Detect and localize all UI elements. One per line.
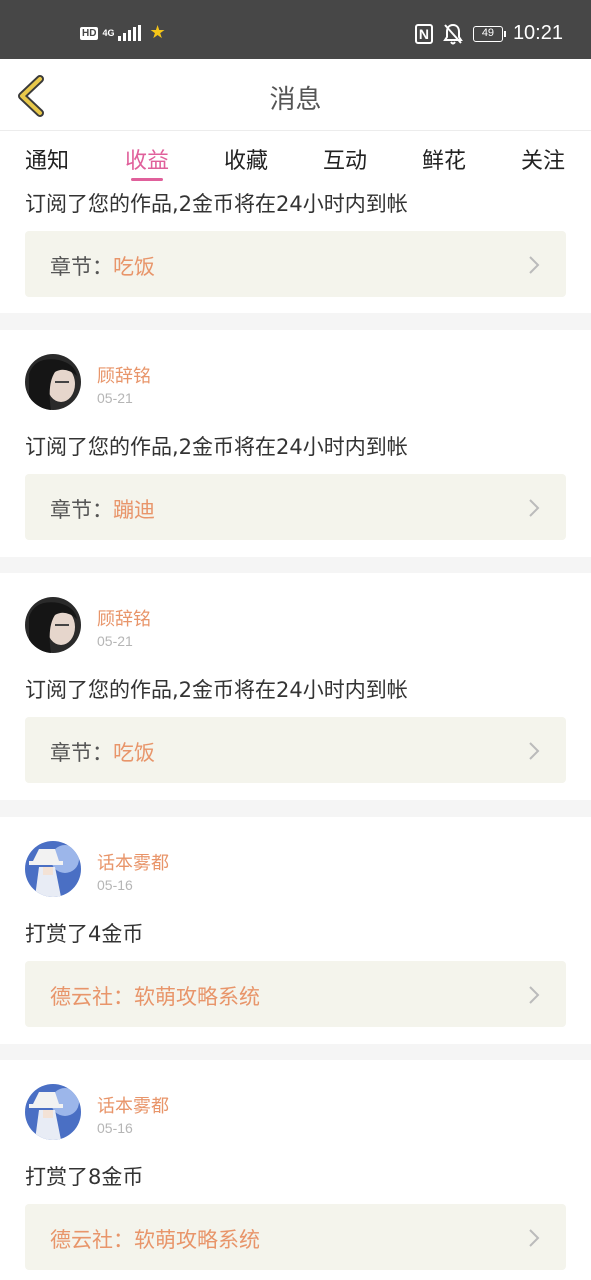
book-link[interactable]: 德云社：软萌攻略系统 <box>25 1204 566 1270</box>
date: 05-21 <box>97 633 133 649</box>
chevron-right-icon <box>529 1229 540 1247</box>
white-hat-avatar-icon <box>25 841 81 897</box>
message-text: 订阅了您的作品,2金币将在24小时内到帐 <box>25 435 408 459</box>
username[interactable]: 话本雾都 <box>97 849 169 875</box>
active-tab-indicator <box>131 178 163 181</box>
dark-hair-avatar-icon <box>25 597 81 653</box>
chevron-right-icon <box>529 499 540 517</box>
tab-flowers[interactable]: 鲜花 <box>414 143 474 175</box>
list-item: 订阅了您的作品,2金币将在24小时内到帐 章节：吃饭 <box>0 183 591 313</box>
avatar[interactable] <box>25 354 81 410</box>
nfc-icon: N <box>414 23 433 44</box>
message-text: 打赏了4金币 <box>25 922 144 946</box>
chapter-label: 章节： <box>50 498 113 522</box>
signal-icon <box>118 25 142 41</box>
tab-bar: 通知 收益 收藏 互动 鲜花 关注 <box>0 131 591 183</box>
date: 05-16 <box>97 877 133 893</box>
chapter-label: 章节： <box>50 255 113 279</box>
chapter-name: 蹦迪 <box>113 498 155 522</box>
date: 05-21 <box>97 390 133 406</box>
bell-muted-icon <box>443 23 463 44</box>
network-type: 4G <box>102 27 115 38</box>
battery-icon: 49 <box>472 25 506 42</box>
username[interactable]: 顾辞铭 <box>97 605 151 631</box>
page-title: 消息 <box>269 85 322 115</box>
star-icon: ★ <box>149 22 166 43</box>
list-item: 话本雾都 05-16 打赏了4金币 德云社：软萌攻略系统 <box>0 817 591 1044</box>
book-title: 德云社：软萌攻略系统 <box>50 985 260 1009</box>
avatar[interactable] <box>25 1084 81 1140</box>
hd-icon: HD <box>80 26 99 40</box>
username[interactable]: 话本雾都 <box>97 1092 169 1118</box>
message-text: 打赏了8金币 <box>25 1165 144 1189</box>
tab-interactions[interactable]: 互动 <box>315 143 375 175</box>
list-item: 顾辞铭 05-21 订阅了您的作品,2金币将在24小时内到帐 章节：蹦迪 <box>0 330 591 557</box>
status-right: N 49 10:21 <box>414 22 563 45</box>
chapter-link[interactable]: 章节：吃饭 <box>25 231 566 297</box>
chevron-right-icon <box>529 986 540 1004</box>
tab-earnings[interactable]: 收益 <box>117 143 177 175</box>
status-bar: HD 4G ★ N 49 10:21 <box>0 0 591 59</box>
book-link[interactable]: 德云社：软萌攻略系统 <box>25 961 566 1027</box>
white-hat-avatar-icon <box>25 1084 81 1140</box>
avatar[interactable] <box>25 841 81 897</box>
chapter-label: 章节： <box>50 741 113 765</box>
status-left: HD 4G ★ <box>80 24 166 42</box>
tab-favorites[interactable]: 收藏 <box>216 143 276 175</box>
tab-notifications[interactable]: 通知 <box>17 143 77 175</box>
date: 05-16 <box>97 1120 133 1136</box>
list-item: 话本雾都 05-16 打赏了8金币 德云社：软萌攻略系统 <box>0 1060 591 1280</box>
chapter-name: 吃饭 <box>113 741 155 765</box>
message-text: 订阅了您的作品,2金币将在24小时内到帐 <box>25 678 408 702</box>
chapter-link[interactable]: 章节：蹦迪 <box>25 474 566 540</box>
avatar[interactable] <box>25 597 81 653</box>
app-header: 消息 <box>0 59 591 131</box>
clock: 10:21 <box>512 22 563 44</box>
book-title: 德云社：软萌攻略系统 <box>50 1228 260 1252</box>
dark-hair-avatar-icon <box>25 354 81 410</box>
chevron-right-icon <box>529 256 540 274</box>
chevron-right-icon <box>529 742 540 760</box>
chapter-name: 吃饭 <box>113 255 155 279</box>
message-text: 订阅了您的作品,2金币将在24小时内到帐 <box>25 192 408 216</box>
message-list: 订阅了您的作品,2金币将在24小时内到帐 章节：吃饭 顾辞铭 05-21 订阅了… <box>0 183 591 1280</box>
list-item: 顾辞铭 05-21 订阅了您的作品,2金币将在24小时内到帐 章节：吃饭 <box>0 573 591 800</box>
chapter-link[interactable]: 章节：吃饭 <box>25 717 566 783</box>
username[interactable]: 顾辞铭 <box>97 362 151 388</box>
tab-following[interactable]: 关注 <box>513 143 573 175</box>
